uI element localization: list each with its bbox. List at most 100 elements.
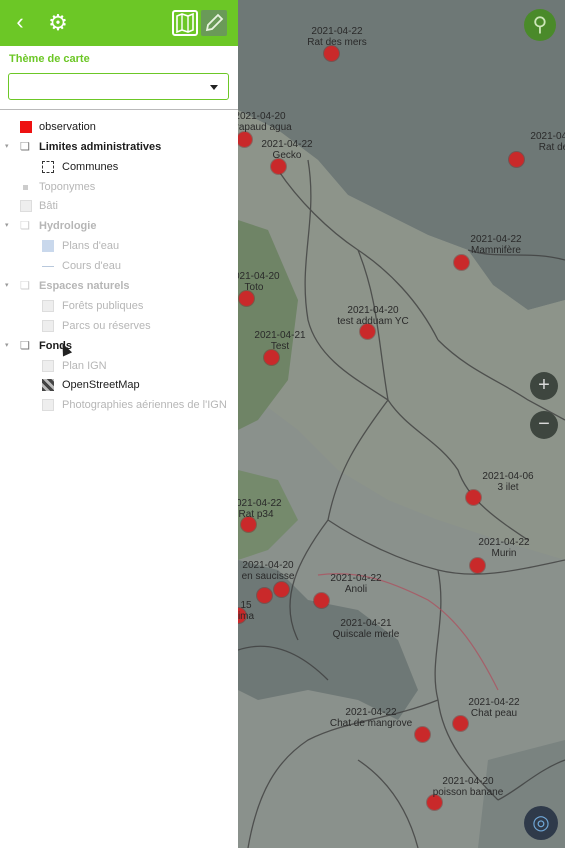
pencil-icon [205,13,224,32]
marker-name: Rat des mers [307,37,367,48]
layer-label: Parcs ou réserves [62,320,151,332]
marker-label: 2021-04-22 Chat peau [468,697,519,719]
gear-icon: ⚙ [48,10,68,35]
theme-label: Thème de carte [9,53,90,65]
layer-item[interactable]: Bâti [0,196,238,216]
layer-symbol [42,300,54,312]
marker-label: 2021-04-20 poisson banane [433,776,504,798]
map-layers-button[interactable] [172,10,198,36]
layer-symbol [42,360,54,372]
layer-label: Forêts publiques [62,300,144,312]
marker-name: poisson banane [432,787,504,798]
observation-marker[interactable] [314,593,329,608]
layer-label: Limites administratives [39,141,162,153]
marker-label: 15 ima [238,600,254,622]
observation-marker[interactable] [257,588,272,603]
layer-symbol [42,266,54,267]
map-icon [176,12,194,34]
layer-symbol [42,240,54,252]
marker-name: Chat peau [470,708,518,719]
layer-label: Plan IGN [62,360,107,372]
layer-item[interactable]: Photographies aériennes de l'IGN [0,395,238,415]
layer-group[interactable]: ▾ ❏ Espaces naturels [0,276,238,296]
zoom-in-button[interactable]: + [530,372,558,400]
observation-marker[interactable] [415,727,430,742]
layer-item[interactable]: Parcs ou réserves [0,316,238,336]
observation-marker[interactable] [466,490,481,505]
observation-marker[interactable] [470,558,485,573]
marker-name: Anoli [344,584,368,595]
layer-item[interactable]: observation [0,117,238,137]
settings-button[interactable]: ⚙ [46,11,70,35]
marker-date: 2021-04-22 [311,26,363,37]
layer-item[interactable]: Plans d'eau [0,236,238,256]
marker-date: 2021-04-22 [478,537,530,548]
edit-button[interactable] [201,10,227,36]
marker-label: 2021-04-22 Gecko [261,139,312,161]
marker-name: Mammifère [470,245,521,256]
observation-marker[interactable] [264,350,279,365]
zoom-out-icon: − [538,413,550,435]
search-button[interactable]: ⚲ [524,9,556,41]
marker-label: 2021-04-22 Chat de mangrove [330,707,412,729]
observation-marker[interactable] [324,46,339,61]
marker-label: 2021-04-22 Anoli [330,573,381,595]
layer-symbol [23,185,28,190]
marker-name: Test [270,341,290,352]
layer-item[interactable]: Cours d'eau [0,256,238,276]
layer-item[interactable]: Communes [0,157,238,177]
layer-group[interactable]: ▾ ❏ Fonds [0,336,238,356]
marker-label: 2021-04-22 Rat des mers [307,26,366,48]
marker-name: Crapaud agua [238,122,292,133]
layers-icon: ❏ [20,280,30,292]
layers-icon: ❏ [20,141,30,153]
layer-item[interactable]: Plan IGN [0,356,238,376]
observation-marker[interactable] [271,159,286,174]
marker-label: 2021-04-20 en saucisse [242,560,295,582]
zoom-out-button[interactable]: − [530,411,558,439]
expand-icon[interactable]: ▾ [5,137,13,157]
marker-date: 2021-04-22 [238,498,282,509]
marker-date: 2021-04-21 [340,618,392,629]
map-view[interactable]: ⚲ + − ◎ 2021-04-22 Rat des mers 2021-04-20… [238,0,565,848]
theme-select[interactable] [8,73,229,100]
expand-icon[interactable]: ▾ [5,276,13,296]
marker-date: 2021-04-22 [470,234,522,245]
chevron-left-icon: ‹ [16,9,24,34]
marker-name: en saucisse [241,571,295,582]
marker-date: 2021-04-20 [238,271,280,282]
marker-name: Gecko [272,150,302,161]
locate-button[interactable]: ◎ [524,806,558,840]
layer-label: Toponymes [39,181,96,193]
layer-group[interactable]: ▾ ❏ Limites administratives [0,137,238,157]
observation-marker[interactable] [509,152,524,167]
layer-item[interactable]: Forêts publiques [0,296,238,316]
observation-marker[interactable] [239,291,254,306]
layer-label: observation [39,121,96,133]
marker-name: Toto [244,282,264,293]
chevron-down-icon [210,85,218,90]
marker-label: 2021-04-22 Murin [478,537,529,559]
locate-icon: ◎ [532,812,550,834]
expand-icon[interactable]: ▾ [5,336,13,356]
marker-label: 2021-04-06 3 ilet [482,471,533,493]
observation-marker[interactable] [453,716,468,731]
layer-label: Cours d'eau [62,260,121,272]
back-button[interactable]: ‹ [8,10,32,34]
marker-date: 2021-04-22 [530,131,565,142]
marker-label: 2021-04-20Toto [238,271,280,293]
layer-group[interactable]: ▾ ❏ Hydrologie [0,216,238,236]
observation-marker[interactable] [274,582,289,597]
marker-label: 2021-04-22Rat p34 [238,498,282,520]
observation-marker[interactable] [454,255,469,270]
marker-name: 3 ilet [497,482,519,493]
marker-date: 2021-04-22 [345,707,397,718]
expand-icon[interactable]: ▾ [5,216,13,236]
layer-label: OpenStreetMap [62,379,140,391]
divider [0,109,238,110]
layer-label: Espaces naturels [39,280,130,292]
layer-symbol [20,200,32,212]
layer-item[interactable]: Toponymes [0,177,238,197]
marker-date: 2021-04-22 [330,573,382,584]
layer-item[interactable]: OpenStreetMap [0,375,238,395]
